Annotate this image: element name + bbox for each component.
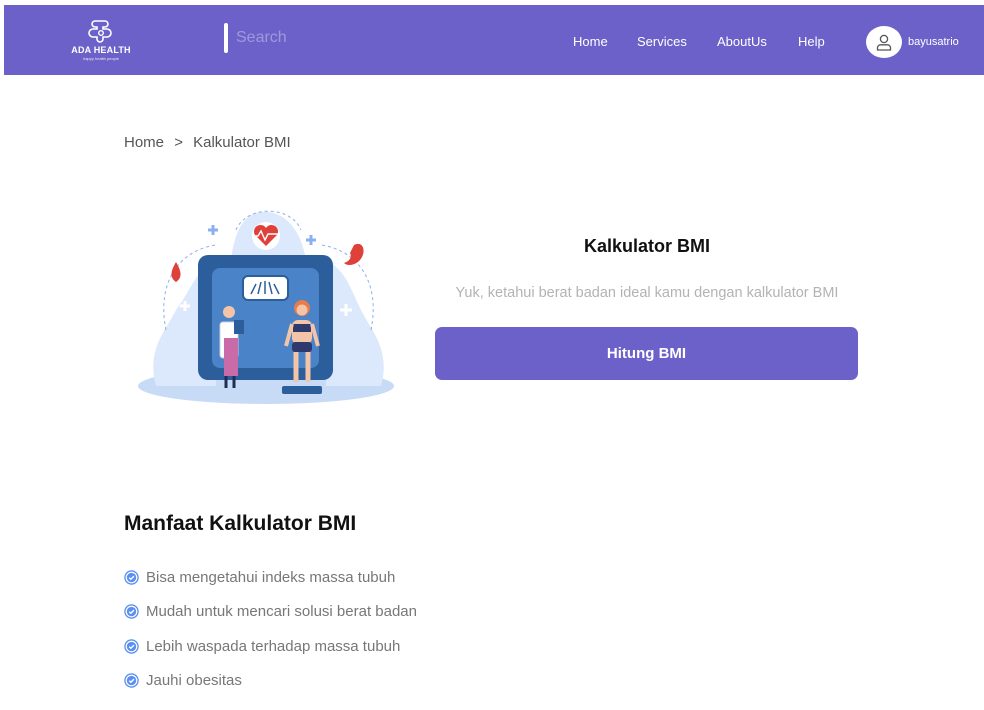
nav-link-services[interactable]: Services: [637, 34, 687, 49]
check-circle-icon: [124, 639, 139, 654]
breadcrumb-current: Kalkulator BMI: [193, 134, 291, 151]
hero-title: Kalkulator BMI: [583, 236, 711, 256]
benefits-title: Manfaat Kalkulator BMI: [124, 512, 357, 535]
breadcrumb-home[interactable]: Home: [124, 134, 164, 151]
check-circle-icon: [124, 673, 139, 688]
benefit-text: Jauhi obesitas: [146, 672, 242, 690]
list-item: Bisa mengetahui indeks massa tubuh: [124, 560, 417, 595]
hero-subtitle: Yuk, ketahui berat badan ideal kamu deng…: [455, 285, 839, 301]
hitung-bmi-button[interactable]: Hitung BMI: [435, 327, 858, 380]
logo-name: ADA HEALTH: [71, 45, 131, 55]
list-item: Lebih waspada terhadap massa tubuh: [124, 629, 417, 664]
breadcrumb: Home > Kalkulator BMI: [124, 134, 297, 151]
nav-link-home[interactable]: Home: [573, 34, 608, 49]
benefit-text: Mudah untuk mencari solusi berat badan: [146, 603, 417, 621]
search-input[interactable]: [236, 25, 516, 51]
list-item: Jauhi obesitas: [124, 664, 417, 699]
breadcrumb-separator: >: [174, 134, 183, 151]
benefits-list: Bisa mengetahui indeks massa tubuh Mudah…: [124, 560, 417, 698]
nav-link-help[interactable]: Help: [798, 34, 825, 49]
search-box: [224, 23, 524, 53]
benefit-text: Lebih waspada terhadap massa tubuh: [146, 637, 401, 655]
user-icon: [876, 34, 892, 51]
avatar[interactable]: [866, 26, 902, 58]
check-circle-icon: [124, 604, 139, 619]
list-item: Mudah untuk mencari solusi berat badan: [124, 595, 417, 630]
check-circle-icon: [124, 570, 139, 585]
logo[interactable]: ADA HEALTH happy health people: [66, 19, 136, 65]
navbar: ADA HEALTH happy health people Home Serv…: [4, 5, 984, 75]
username: bayusatrio: [908, 36, 959, 48]
benefit-text: Bisa mengetahui indeks massa tubuh: [146, 568, 396, 586]
health-cross-logo-icon: [88, 20, 112, 43]
nav-link-aboutus[interactable]: AboutUs: [717, 34, 767, 49]
search-cursor-bar: [224, 23, 228, 53]
user-menu[interactable]: bayusatrio: [866, 26, 959, 58]
bmi-illustration: [136, 200, 398, 410]
logo-tagline: happy health people: [82, 56, 120, 61]
